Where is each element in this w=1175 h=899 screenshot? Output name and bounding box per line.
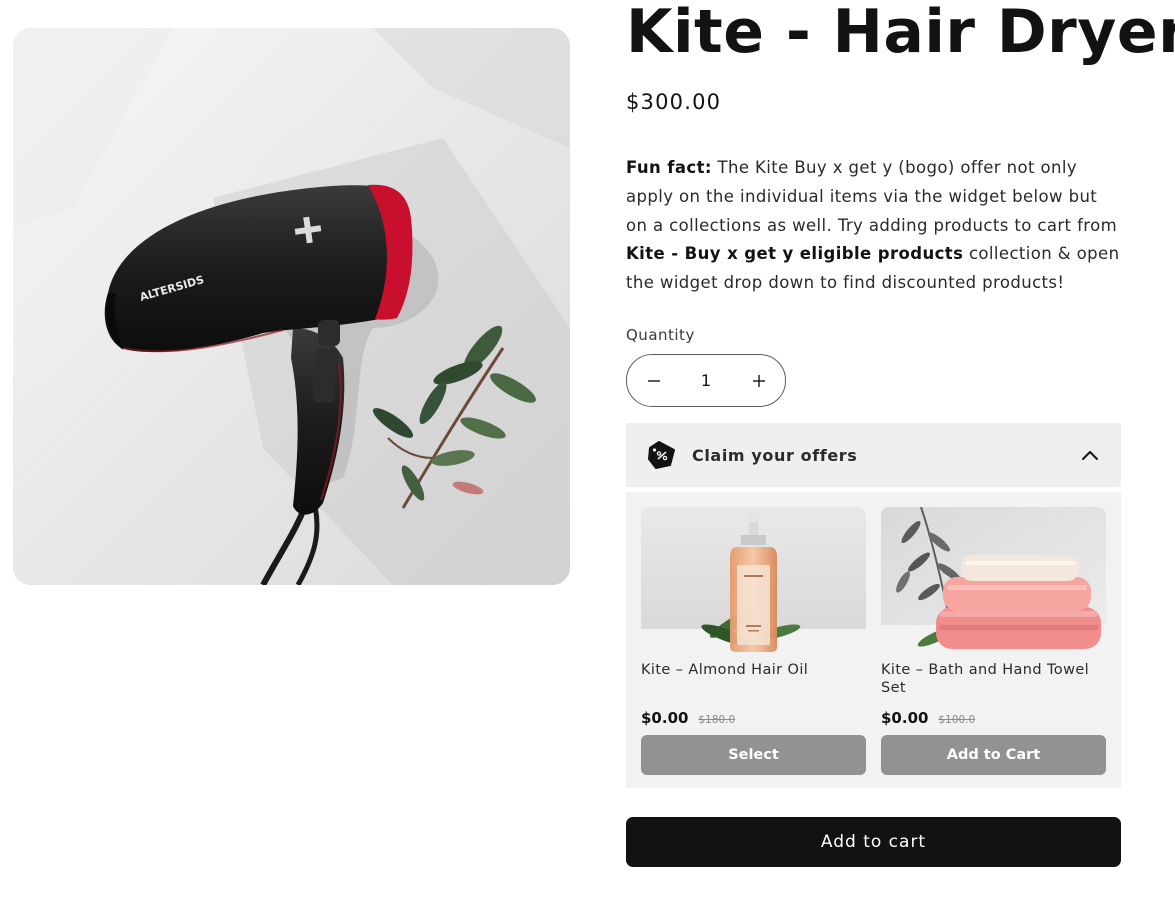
offers-panel: Kite – Almond Hair Oil $0.00 $180.0 Sele… — [626, 492, 1121, 788]
claim-offers-toggle[interactable]: Claim your offers — [626, 423, 1121, 487]
select-offer-button[interactable]: Select — [641, 735, 866, 775]
hair-oil-image — [641, 507, 866, 652]
fun-fact-label: Fun fact: — [626, 158, 712, 177]
offer-price: $0.00 — [881, 709, 929, 727]
plus-icon — [752, 374, 765, 387]
product-description: Fun fact: The Kite Buy x get y (bogo) of… — [626, 154, 1121, 298]
offer-product-image[interactable] — [641, 507, 866, 652]
offer-product-name[interactable]: Kite – Bath and Hand Towel Set — [881, 661, 1106, 705]
minus-icon — [647, 379, 660, 382]
quantity-stepper — [626, 354, 786, 407]
offer-card: Kite – Bath and Hand Towel Set $0.00 $10… — [881, 507, 1106, 775]
add-offer-to-cart-button[interactable]: Add to Cart — [881, 735, 1106, 775]
claim-offers-label: Claim your offers — [692, 445, 858, 465]
increase-quantity-button[interactable] — [732, 355, 785, 406]
offer-prices: $0.00 $180.0 — [641, 709, 866, 731]
towel-set-image — [881, 507, 1106, 652]
hair-dryer-image: ALTERSIDS — [13, 28, 570, 585]
discount-tag-icon — [648, 441, 675, 469]
quantity-input[interactable] — [681, 371, 731, 390]
offer-product-image[interactable] — [881, 507, 1106, 652]
offer-compare-price: $180.0 — [698, 714, 736, 726]
product-title: Kite - Hair Dryer — [626, 0, 1175, 67]
product-image[interactable]: ALTERSIDS — [13, 28, 570, 585]
decrease-quantity-button[interactable] — [627, 355, 680, 406]
offer-card: Kite – Almond Hair Oil $0.00 $180.0 Sele… — [641, 507, 866, 775]
quantity-label: Quantity — [626, 326, 695, 344]
product-price: $300.00 — [626, 90, 722, 114]
offer-compare-price: $100.0 — [938, 714, 976, 726]
chevron-up-icon[interactable] — [1081, 449, 1099, 461]
collection-link: Kite - Buy x get y eligible products — [626, 244, 964, 264]
offer-prices: $0.00 $100.0 — [881, 709, 1106, 731]
offer-product-name[interactable]: Kite – Almond Hair Oil — [641, 661, 866, 705]
add-to-cart-button[interactable]: Add to cart — [626, 817, 1121, 867]
offer-price: $0.00 — [641, 709, 689, 727]
